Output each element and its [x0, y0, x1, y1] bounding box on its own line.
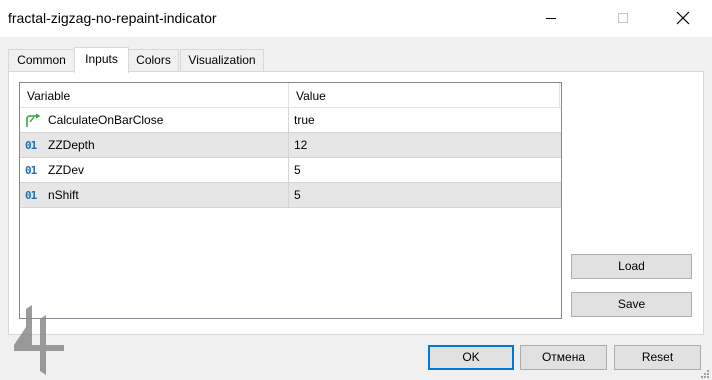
column-header-value[interactable]: Value: [289, 83, 561, 108]
cancel-button[interactable]: Отмена: [520, 345, 607, 370]
title-bar: fractal-zigzag-no-repaint-indicator: [0, 0, 712, 37]
resize-grip-icon: [701, 370, 709, 378]
cell-divider: [288, 133, 289, 158]
variable-name: ZZDev: [48, 163, 84, 177]
inputs-table: Variable Value CalculateOnBarClose true …: [19, 82, 562, 319]
tab-colors[interactable]: Colors: [128, 49, 179, 72]
maximize-icon: [618, 13, 628, 23]
minimize-button[interactable]: [528, 0, 574, 36]
minimize-icon: [546, 18, 556, 19]
variable-value[interactable]: 12: [294, 133, 307, 158]
int-type-icon: 01: [25, 189, 37, 202]
variable-name: nShift: [48, 188, 79, 202]
cell-divider: [288, 158, 289, 183]
tab-common[interactable]: Common: [8, 49, 75, 72]
bool-arrow-icon: [25, 113, 43, 128]
close-icon: [676, 11, 690, 25]
table-row[interactable]: 01 nShift 5: [20, 183, 561, 208]
maximize-button: [600, 0, 646, 36]
table-row[interactable]: CalculateOnBarClose true: [20, 108, 561, 133]
tab-visualization[interactable]: Visualization: [180, 49, 264, 72]
column-header-variable[interactable]: Variable: [20, 83, 288, 108]
column-divider[interactable]: [559, 83, 560, 108]
cell-divider: [288, 108, 289, 133]
int-type-icon: 01: [25, 164, 37, 177]
close-button[interactable]: [660, 0, 706, 36]
table-row[interactable]: 01 ZZDev 5: [20, 158, 561, 183]
load-button[interactable]: Load: [571, 254, 692, 279]
cell-divider: [288, 183, 289, 208]
save-button[interactable]: Save: [571, 292, 692, 317]
variable-name: CalculateOnBarClose: [48, 113, 164, 127]
window-title: fractal-zigzag-no-repaint-indicator: [8, 10, 217, 26]
variable-value[interactable]: 5: [294, 158, 301, 183]
variable-name: ZZDepth: [48, 138, 95, 152]
tab-inputs[interactable]: Inputs: [74, 47, 129, 73]
reset-button[interactable]: Reset: [614, 345, 701, 370]
int-type-icon: 01: [25, 139, 37, 152]
resize-grip[interactable]: [700, 368, 710, 378]
variable-value[interactable]: true: [294, 108, 315, 133]
table-header: Variable Value: [20, 83, 561, 108]
table-row[interactable]: 01 ZZDepth 12: [20, 133, 561, 158]
ok-button[interactable]: OK: [428, 345, 514, 370]
variable-value[interactable]: 5: [294, 183, 301, 208]
watermark-logo: [12, 305, 66, 375]
